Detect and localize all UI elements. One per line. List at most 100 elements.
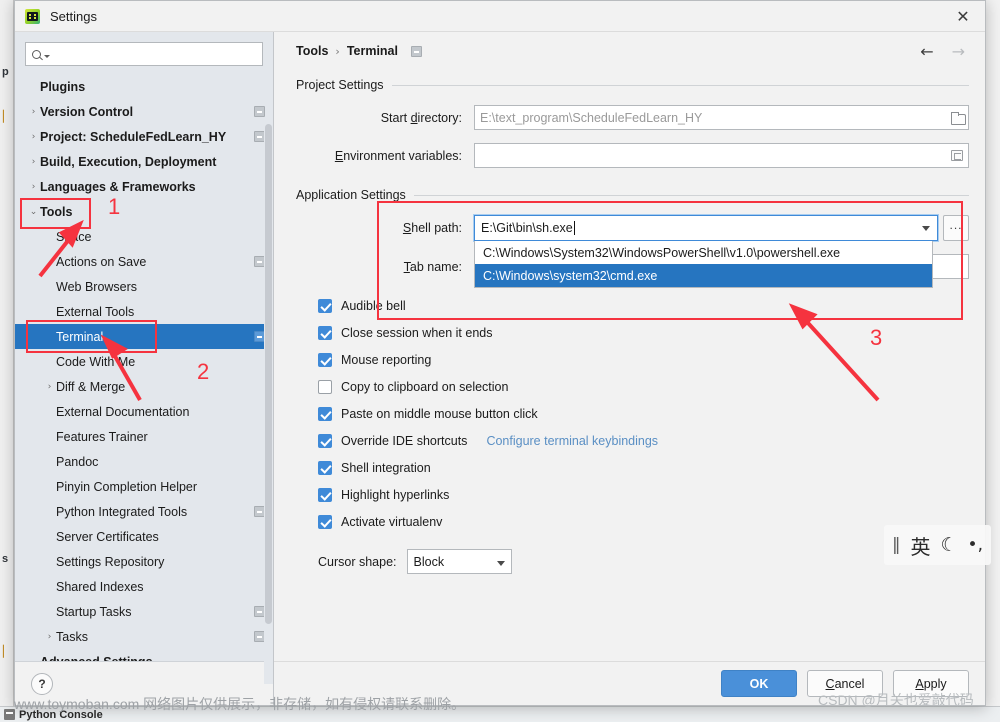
sidebar-item-languages-frameworks[interactable]: ›Languages & Frameworks — [15, 174, 273, 199]
checkbox-row[interactable]: Highlight hyperlinks — [296, 481, 969, 508]
chevron-down-icon — [922, 226, 930, 231]
ime-indicator[interactable]: ‖ 英 ☾ •, — [884, 525, 991, 565]
sidebar-item-code-with-me[interactable]: Code With Me — [15, 349, 273, 374]
checkbox-mouse-reporting[interactable] — [318, 353, 332, 367]
checkbox-audible-bell[interactable] — [318, 299, 332, 313]
sidebar-item-external-tools[interactable]: External Tools — [15, 299, 273, 324]
sidebar-item-features-trainer[interactable]: Features Trainer — [15, 424, 273, 449]
checkbox-row[interactable]: Paste on middle mouse button click — [296, 400, 969, 427]
ok-button[interactable]: OK — [721, 670, 797, 697]
checkbox-row[interactable]: Copy to clipboard on selection — [296, 373, 969, 400]
shell-path-dropdown-list[interactable]: C:\Windows\System32\WindowsPowerShell\v1… — [474, 241, 933, 288]
shell-path-browse-button[interactable]: ... — [943, 215, 969, 241]
settings-dialog: Settings ✕ Plugins›Version Control›Proje… — [14, 0, 986, 706]
sidebar-item-label: Space — [56, 230, 91, 244]
folder-icon[interactable] — [951, 112, 963, 123]
breadcrumb-separator-icon: › — [335, 45, 339, 58]
sidebar-item-label: Terminal — [56, 330, 103, 344]
csdn-watermark: CSDN @月关也爱敲代码 — [818, 690, 974, 710]
annotation-number-2: 2 — [197, 359, 209, 385]
shell-path-option[interactable]: C:\Windows\System32\WindowsPowerShell\v1… — [475, 241, 932, 264]
cursor-shape-select[interactable]: Block — [407, 549, 512, 574]
shell-path-option[interactable]: C:\Windows\system32\cmd.exe — [475, 264, 932, 287]
braces-icon[interactable] — [951, 150, 963, 161]
divider — [414, 195, 969, 196]
sidebar-item-external-documentation[interactable]: External Documentation — [15, 399, 273, 424]
chevron-icon[interactable]: ⌄ — [27, 207, 40, 217]
sidebar-item-shared-indexes[interactable]: Shared Indexes — [15, 574, 273, 599]
sidebar-item-space[interactable]: Space — [15, 224, 273, 249]
navigation-arrows: ← → — [920, 42, 969, 61]
tab-name-label: Tab name: — [296, 260, 474, 274]
configure-keybindings-link[interactable]: Configure terminal keybindings — [486, 434, 658, 448]
sidebar-item-label: Diff & Merge — [56, 380, 125, 394]
sidebar-scrollbar[interactable] — [264, 124, 273, 684]
forward-arrow-icon[interactable]: → — [952, 42, 965, 61]
search-icon — [32, 50, 41, 59]
breadcrumb: Tools › Terminal ← → — [274, 32, 985, 70]
checkbox-row[interactable]: Close session when it ends — [296, 319, 969, 346]
sidebar-item-startup-tasks[interactable]: Startup Tasks — [15, 599, 273, 624]
search-box[interactable] — [25, 42, 263, 66]
sidebar-item-tasks[interactable]: ›Tasks — [15, 624, 273, 649]
background-tool-strip — [0, 0, 14, 722]
checkbox-row[interactable]: Mouse reporting — [296, 346, 969, 373]
search-wrapper — [15, 32, 273, 74]
sidebar-item-build-execution-deployment[interactable]: ›Build, Execution, Deployment — [15, 149, 273, 174]
breadcrumb-parent[interactable]: Tools — [296, 44, 328, 58]
settings-content-pane: Tools › Terminal ← → Project Settings St… — [274, 32, 985, 705]
checkbox-paste-on-middle-mouse-button-click[interactable] — [318, 407, 332, 421]
annotation-number-1: 1 — [108, 194, 120, 220]
sidebar-item-diff-merge[interactable]: ›Diff & Merge — [15, 374, 273, 399]
sidebar-item-label: Project: ScheduleFedLearn_HY — [40, 130, 226, 144]
checkbox-copy-to-clipboard-on-selection[interactable] — [318, 380, 332, 394]
checkbox-row[interactable]: Shell integration — [296, 454, 969, 481]
chevron-icon[interactable]: › — [27, 132, 40, 142]
sidebar-item-pinyin-completion-helper[interactable]: Pinyin Completion Helper — [15, 474, 273, 499]
sidebar-item-pandoc[interactable]: Pandoc — [15, 449, 273, 474]
application-settings-group-header: Application Settings — [296, 188, 969, 202]
checkbox-row[interactable]: Activate virtualenv — [296, 508, 969, 535]
sidebar-item-label: Python Integrated Tools — [56, 505, 187, 519]
close-icon[interactable]: ✕ — [941, 1, 985, 31]
sidebar-item-plugins[interactable]: Plugins — [15, 74, 273, 99]
sidebar-item-label: Tools — [40, 205, 72, 219]
checkbox-override-ide-shortcuts[interactable] — [318, 434, 332, 448]
chevron-icon[interactable]: › — [27, 182, 40, 192]
sidebar-item-version-control[interactable]: ›Version Control — [15, 99, 273, 124]
sidebar-item-server-certificates[interactable]: Server Certificates — [15, 524, 273, 549]
settings-tree: Plugins›Version Control›Project: Schedul… — [15, 74, 273, 661]
help-button[interactable]: ? — [31, 673, 53, 695]
sidebar-item-advanced-settings[interactable]: Advanced Settings — [15, 649, 273, 661]
sidebar-item-label: Actions on Save — [56, 255, 146, 269]
checkbox-shell-integration[interactable] — [318, 461, 332, 475]
checkbox-row[interactable]: Override IDE shortcutsConfigure terminal… — [296, 427, 969, 454]
chevron-icon[interactable]: › — [43, 382, 56, 392]
moon-icon[interactable]: ☾ — [941, 534, 958, 556]
sidebar-item-project-schedulefedlearn-hy[interactable]: ›Project: ScheduleFedLearn_HY — [15, 124, 273, 149]
start-directory-input[interactable]: E:\text_program\ScheduleFedLearn_HY — [474, 105, 969, 130]
sidebar-item-web-browsers[interactable]: Web Browsers — [15, 274, 273, 299]
checkbox-close-session-when-it-ends[interactable] — [318, 326, 332, 340]
punctuation-icon[interactable]: •, — [968, 535, 983, 555]
drag-handle-icon[interactable]: ‖ — [892, 535, 901, 555]
chevron-icon[interactable]: › — [43, 632, 56, 642]
sidebar-item-python-integrated-tools[interactable]: Python Integrated Tools — [15, 499, 273, 524]
chevron-icon[interactable]: › — [27, 107, 40, 117]
chevron-icon[interactable]: › — [27, 157, 40, 167]
checkbox-row[interactable]: Audible bell — [296, 292, 969, 319]
search-input[interactable] — [54, 47, 256, 61]
shell-path-row: Shell path: E:\Git\bin\sh.exe ... C:\Win… — [296, 215, 969, 241]
shell-path-dropdown-button[interactable] — [915, 216, 937, 240]
environment-variables-input[interactable] — [474, 143, 969, 168]
sidebar-scrollbar-thumb[interactable] — [265, 124, 272, 624]
sidebar-item-actions-on-save[interactable]: Actions on Save — [15, 249, 273, 274]
checkbox-activate-virtualenv[interactable] — [318, 515, 332, 529]
ime-language-icon[interactable]: 英 — [911, 531, 931, 560]
shell-path-combobox[interactable]: E:\Git\bin\sh.exe — [474, 215, 938, 241]
sidebar-item-terminal[interactable]: Terminal — [15, 324, 273, 349]
sidebar-item-settings-repository[interactable]: Settings Repository — [15, 549, 273, 574]
sidebar-item-tools[interactable]: ⌄Tools — [15, 199, 273, 224]
checkbox-highlight-hyperlinks[interactable] — [318, 488, 332, 502]
back-arrow-icon[interactable]: ← — [920, 42, 933, 61]
